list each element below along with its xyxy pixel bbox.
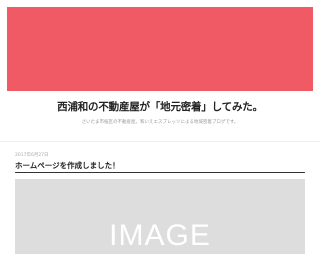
post-title-underline <box>15 172 305 173</box>
site-description: さいたま市桜区の不動産屋。和いえエスプレッソによる地域密着ブログです。 <box>81 120 239 125</box>
post-title[interactable]: ホームページを作成しました！ <box>15 160 120 171</box>
post-date: 2017年6月27日 <box>15 153 49 158</box>
header-hero-banner <box>7 7 313 91</box>
site-title[interactable]: 西浦和の不動産屋が「地元密着」してみた。 <box>0 99 320 114</box>
thumbnail-placeholder-label: IMAGE <box>109 219 211 252</box>
post-thumbnail[interactable]: IMAGE <box>15 179 305 254</box>
header-divider <box>0 141 320 142</box>
